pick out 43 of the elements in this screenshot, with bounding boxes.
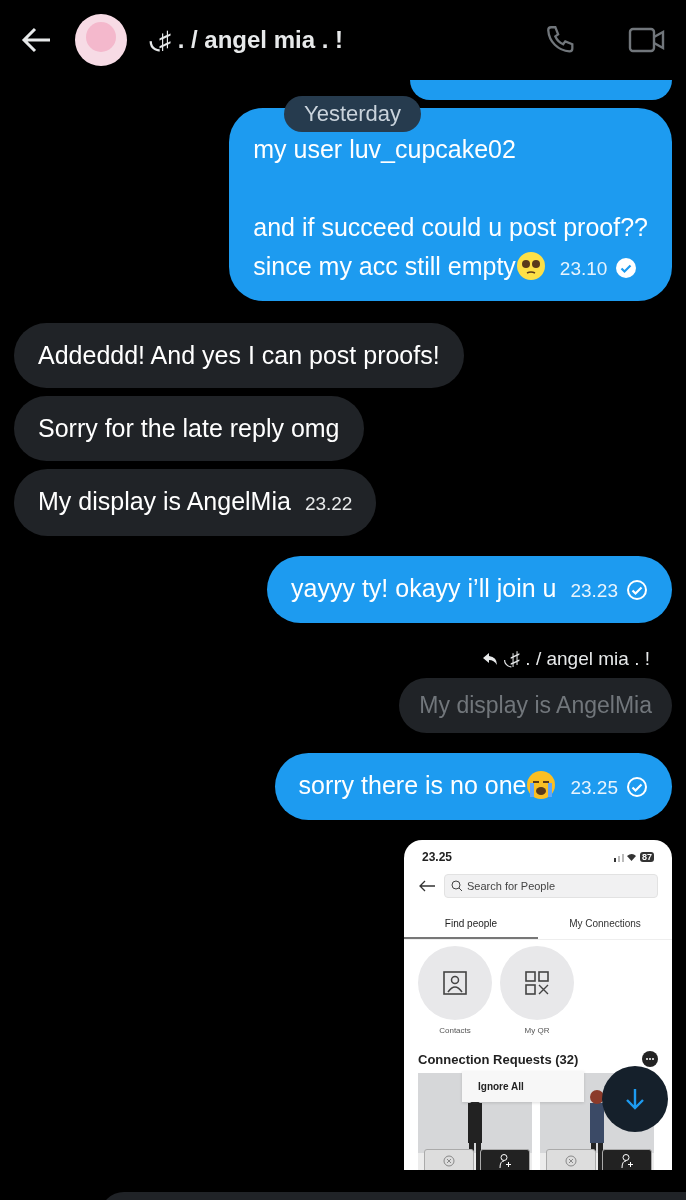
message-text: yayyy ty! okayy i’ll join u	[291, 574, 557, 602]
message-time: 23.22	[304, 493, 353, 514]
message-time: 23.23	[570, 580, 618, 601]
message-time: 23.25	[570, 777, 618, 798]
message-text: my user luv_cupcake02	[253, 135, 516, 163]
add-person-icon	[621, 1154, 633, 1168]
message-text: since my acc still empty	[253, 252, 516, 280]
message-bubble[interactable]: My display is AngelMia 23.22	[14, 469, 377, 536]
close-icon	[443, 1155, 455, 1167]
message-text: Sorry for the late reply omg	[38, 414, 340, 442]
add-person-icon	[499, 1154, 511, 1168]
status-time: 23.25	[422, 850, 453, 864]
search-field[interactable]: Search for People	[444, 874, 658, 898]
message-text: and if succeed could u post proof??	[253, 213, 648, 241]
battery-level: 87	[640, 852, 654, 862]
down-arrow-icon	[624, 1087, 646, 1111]
shortcut-label: Contacts	[439, 1026, 471, 1035]
contact-name: ◟♯ . / angel mia . !	[150, 26, 345, 54]
close-icon	[565, 1155, 577, 1167]
message-bubble[interactable]: Addeddd! And yes I can post proofs!	[14, 323, 464, 388]
ignore-all-menu-item[interactable]: Ignore All	[462, 1071, 584, 1102]
video-camera-icon[interactable]	[628, 25, 666, 55]
back-arrow-icon[interactable]	[418, 880, 436, 892]
date-divider: Yesterday	[284, 96, 422, 132]
screenshot-image[interactable]: 23.25 87 Search for People Find people My Connections Contacts My QR Connection Requests (32) Ignore All	[404, 840, 672, 1170]
reply-to-label: ◟♯ . / angel mia . !	[503, 647, 650, 670]
tab[interactable]: Find people	[404, 910, 538, 939]
qr-code-icon	[524, 970, 550, 996]
section-title: Connection Requests (32)	[418, 1051, 579, 1067]
signal-icon	[612, 852, 636, 862]
search-icon	[451, 880, 463, 892]
tab[interactable]: My Connections	[538, 910, 672, 939]
message-bubble[interactable]: Sorry for the late reply omg	[14, 396, 364, 461]
message-text: My display is AngelMia	[38, 487, 291, 515]
contact-card-icon	[442, 970, 468, 996]
shortcut-label: My QR	[524, 1026, 550, 1035]
message-text: sorry there is no one	[298, 771, 527, 799]
message-text: Addeddd! And yes I can post proofs!	[38, 341, 440, 369]
reply-icon	[481, 651, 498, 666]
avatar[interactable]	[74, 13, 128, 67]
more-icon[interactable]	[642, 1051, 658, 1067]
message-time: 23.10	[559, 258, 608, 279]
message-bubble[interactable]	[410, 80, 672, 100]
